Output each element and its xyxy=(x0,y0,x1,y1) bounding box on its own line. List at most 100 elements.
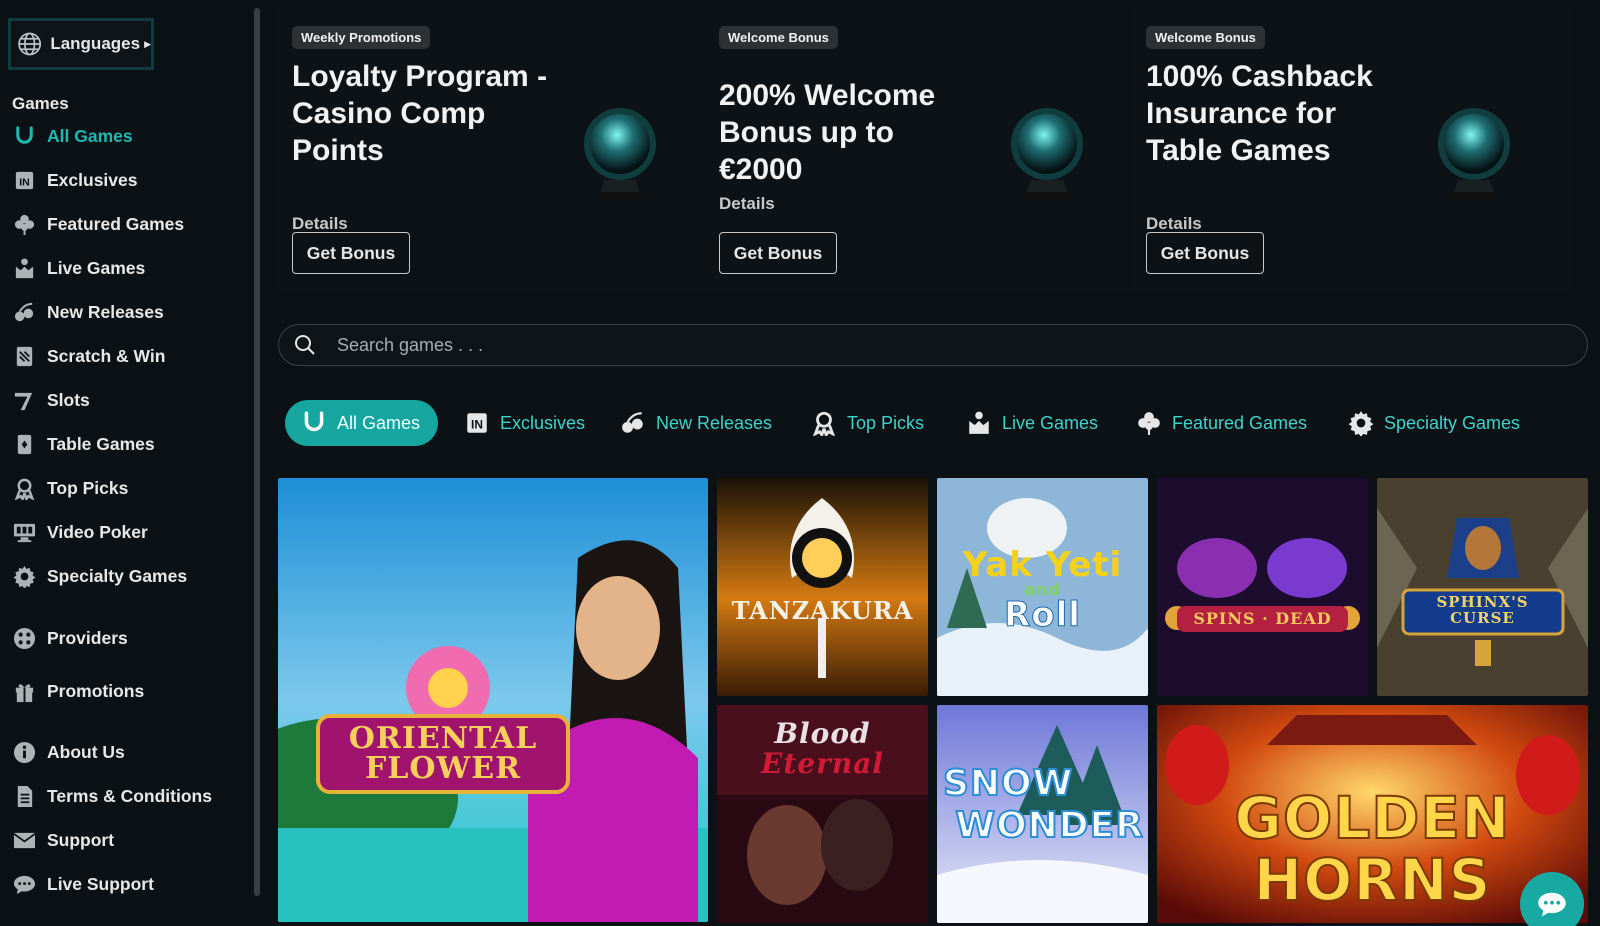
sidebar-item-label: Support xyxy=(47,829,115,850)
game-tile-yak-yeti-roll[interactable]: Yak Yeti and Roll xyxy=(937,478,1148,696)
search-input[interactable] xyxy=(337,334,1537,356)
sidebar-item-label: Slots xyxy=(47,389,90,410)
sidebar-item-label: Exclusives xyxy=(47,169,138,190)
sidebar-item-label: Featured Games xyxy=(47,213,185,234)
sidebar-item-label: Specialty Games xyxy=(47,565,188,586)
live-dealer-icon xyxy=(12,256,37,281)
tab-label: New Releases xyxy=(656,412,773,433)
svg-text:IN: IN xyxy=(19,176,30,188)
promo-card: Welcome Bonus 100% Cashback Insurance fo… xyxy=(1130,8,1570,292)
get-bonus-button[interactable]: Get Bonus xyxy=(719,232,837,274)
caret-right-icon: ▶ xyxy=(144,38,151,49)
sidebar-item-exclusives[interactable]: IN Exclusives xyxy=(12,165,137,195)
languages-label: Languages xyxy=(50,34,141,53)
tab-label: All Games xyxy=(337,412,421,433)
sidebar-item-providers[interactable]: Providers xyxy=(12,623,128,653)
award-icon xyxy=(12,476,37,501)
sidebar-item-promotions[interactable]: Promotions xyxy=(12,676,144,706)
crystal-ball-icon xyxy=(1011,108,1083,200)
tab-live-games[interactable]: Live Games xyxy=(966,400,1098,446)
sidebar-item-top-picks[interactable]: Top Picks xyxy=(12,473,128,503)
scratch-icon xyxy=(12,344,37,369)
promo-details-link[interactable]: Details xyxy=(1146,214,1202,234)
get-bonus-button[interactable]: Get Bonus xyxy=(292,232,410,274)
sidebar-item-live-games[interactable]: Live Games xyxy=(12,253,145,283)
sidebar-item-live-support[interactable]: Live Support xyxy=(12,869,154,899)
sidebar-item-featured-games[interactable]: Featured Games xyxy=(12,209,184,239)
sidebar-item-new-releases[interactable]: New Releases xyxy=(12,297,164,327)
gear-icon xyxy=(1348,411,1374,436)
card-icon xyxy=(12,432,37,457)
tab-label: Exclusives xyxy=(500,412,586,433)
sidebar-item-label: About Us xyxy=(47,741,125,762)
sidebar: Languages ▶ Games All Games IN Exclusive… xyxy=(0,0,250,926)
sidebar-item-about-us[interactable]: About Us xyxy=(12,737,125,767)
tab-new-releases[interactable]: New Releases xyxy=(620,400,772,446)
promo-title: Loyalty Program - Casino Comp Points xyxy=(292,60,548,167)
get-bonus-button[interactable]: Get Bonus xyxy=(1146,232,1264,274)
sidebar-item-support[interactable]: Support xyxy=(12,825,114,855)
crystal-ball-icon xyxy=(1438,108,1510,200)
game-thumbnail xyxy=(278,478,708,922)
game-tile-oriental-flower[interactable]: ORIENTAL FLOWER xyxy=(278,478,708,922)
tab-label: Featured Games xyxy=(1172,412,1308,433)
tab-all-games[interactable]: All Games xyxy=(285,400,439,446)
sidebar-item-label: Terms & Conditions xyxy=(47,785,212,806)
sidebar-item-label: Scratch & Win xyxy=(47,345,166,366)
sidebar-item-specialty-games[interactable]: Specialty Games xyxy=(12,561,187,591)
sidebar-item-label: Live Support xyxy=(47,873,154,894)
promo-details-link[interactable]: Details xyxy=(292,214,348,234)
game-thumbnail xyxy=(1157,478,1368,696)
game-tile-tanzakura[interactable]: TANZAKURA xyxy=(717,478,928,696)
cherries-icon xyxy=(12,300,37,325)
chat-icon xyxy=(12,872,37,897)
languages-button[interactable]: Languages ▶ xyxy=(8,18,154,70)
promo-badge: Weekly Promotions xyxy=(292,26,431,49)
horseshoe-icon xyxy=(12,124,37,149)
game-title: SPHINX'S CURSE xyxy=(1436,593,1529,627)
document-icon xyxy=(12,784,37,809)
sidebar-item-scratch-win[interactable]: Scratch & Win xyxy=(12,341,165,371)
sidebar-item-label: Top Picks xyxy=(47,477,129,498)
sidebar-item-label: Video Poker xyxy=(47,521,148,542)
sidebar-item-all-games[interactable]: All Games xyxy=(12,121,133,151)
promo-title: 200% Welcome Bonus up to €2000 xyxy=(719,79,936,186)
globe-icon xyxy=(18,32,42,56)
dice-icon xyxy=(12,626,37,651)
game-title: SPINS · DEAD xyxy=(1193,609,1332,628)
tab-exclusives[interactable]: IN Exclusives xyxy=(464,400,585,446)
sidebar-item-video-poker[interactable]: Video Poker xyxy=(12,517,148,547)
sidebar-item-terms[interactable]: Terms & Conditions xyxy=(12,781,212,811)
promo-details-link[interactable]: Details xyxy=(719,194,775,214)
game-thumbnail xyxy=(1377,478,1588,696)
game-tile-sphinxs-curse[interactable]: SPHINX'S CURSE xyxy=(1377,478,1588,696)
tab-specialty-games[interactable]: Specialty Games xyxy=(1348,400,1520,446)
game-tile-snow-wonder[interactable]: SNOW WONDER xyxy=(937,705,1148,923)
sidebar-item-table-games[interactable]: Table Games xyxy=(12,429,155,459)
game-tile-blood-eternal[interactable]: Blood Eternal xyxy=(717,705,928,923)
promo-title: 100% Cashback Insurance for Table Games xyxy=(1146,60,1373,167)
slot-lever-icon xyxy=(12,388,37,413)
tab-featured-games[interactable]: Featured Games xyxy=(1136,400,1307,446)
game-title: Yak Yeti and Roll xyxy=(962,545,1123,635)
sidebar-item-label: All Games xyxy=(47,125,133,146)
cherries-icon xyxy=(622,412,643,433)
sidebar-item-slots[interactable]: Slots xyxy=(12,385,90,415)
game-title: SNOW WONDER xyxy=(942,762,1144,847)
tab-label: Live Games xyxy=(1002,412,1099,433)
sidebar-scrollbar[interactable] xyxy=(254,8,260,896)
game-title: ORIENTAL FLOWER xyxy=(348,721,538,786)
clover-icon xyxy=(12,212,37,237)
tab-top-picks[interactable]: Top Picks xyxy=(811,400,924,446)
gift-icon xyxy=(12,679,37,704)
info-icon xyxy=(12,740,37,765)
game-title: TANZAKURA xyxy=(731,596,914,625)
sidebar-item-label: New Releases xyxy=(47,301,164,322)
sidebar-item-label: Live Games xyxy=(47,257,146,278)
game-title: Blood Eternal xyxy=(761,717,884,780)
tab-label: Top Picks xyxy=(847,412,925,433)
horseshoe-icon xyxy=(304,411,324,432)
live-dealer-icon xyxy=(969,411,989,434)
game-tile-spins-dead[interactable]: SPINS · DEAD xyxy=(1157,478,1368,696)
chat-icon xyxy=(1538,892,1566,917)
